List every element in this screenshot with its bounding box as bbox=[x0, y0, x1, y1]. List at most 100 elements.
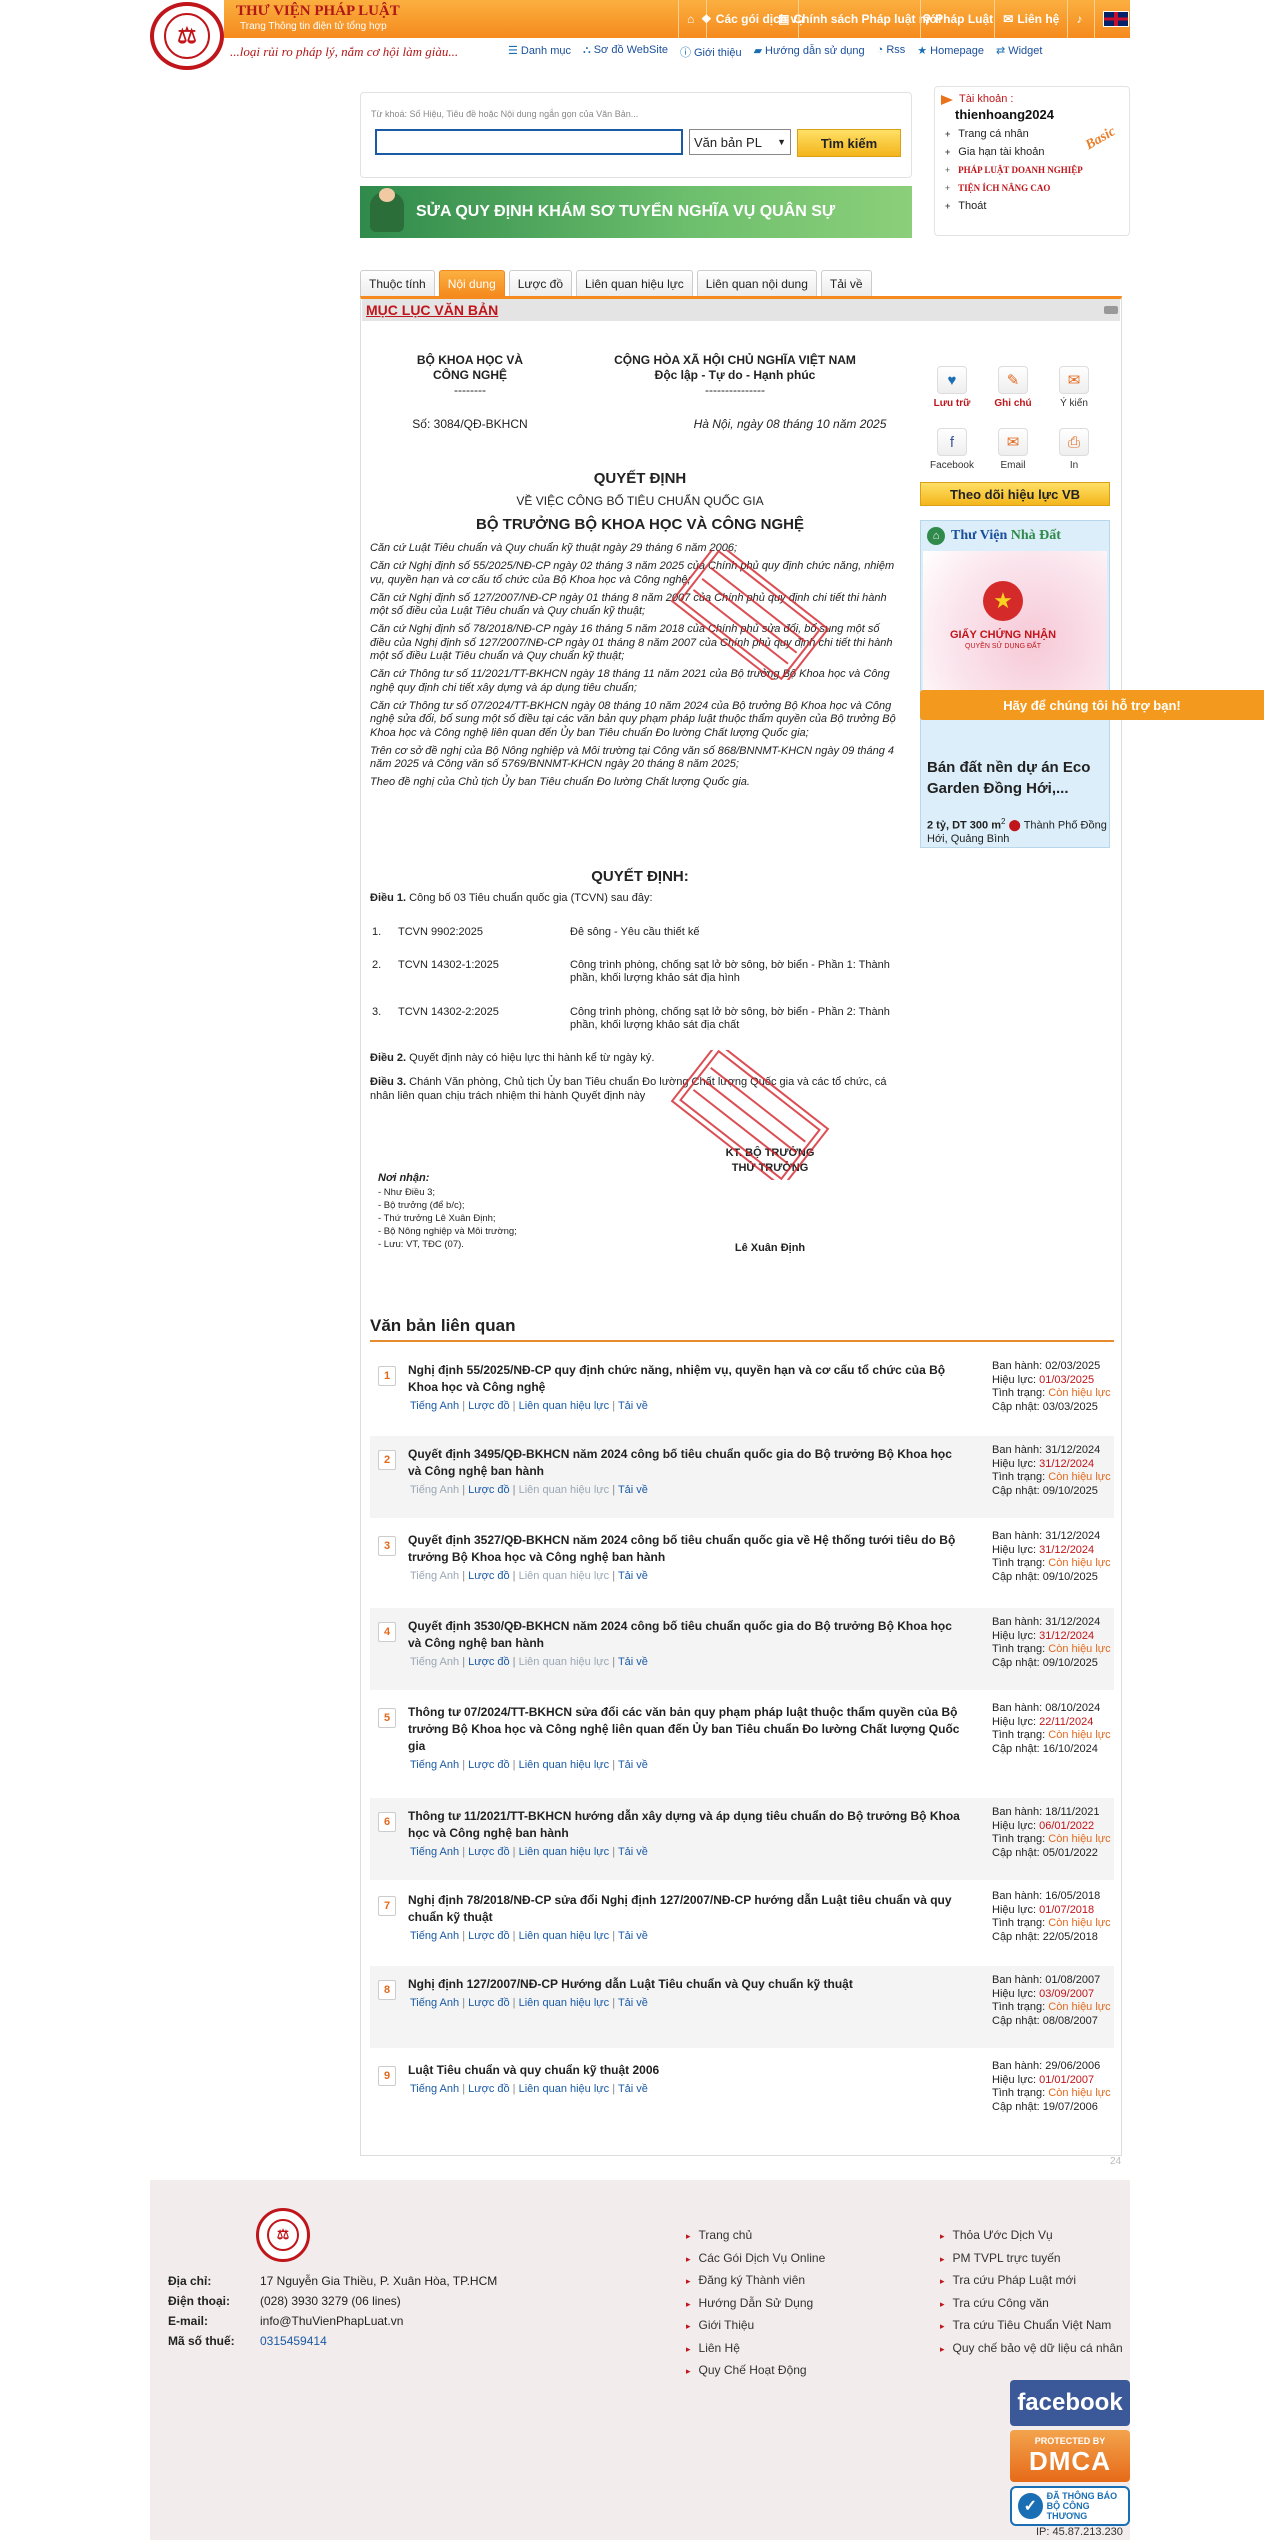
account-menu-item[interactable]: + Trang cá nhân bbox=[945, 125, 1083, 143]
account-menu-item[interactable]: + PHÁP LUẬT DOANH NGHIỆP bbox=[945, 161, 1083, 179]
related-link-2[interactable]: Liên quan hiệu lực bbox=[519, 1930, 610, 1942]
brand-title[interactable]: THƯ VIỆN PHÁP LUẬT bbox=[236, 3, 400, 20]
related-link-0[interactable]: Tiếng Anh bbox=[410, 1846, 459, 1858]
action-save[interactable]: ♥ Lưu trữ bbox=[922, 366, 982, 409]
related-title-link[interactable]: Quyết định 3495/QĐ-BKHCN năm 2024 công b… bbox=[408, 1446, 966, 1480]
related-link-2[interactable]: Liên quan hiệu lực bbox=[519, 1570, 610, 1582]
related-link-3[interactable]: Tải về bbox=[618, 1930, 648, 1942]
related-link-1[interactable]: Lược đồ bbox=[468, 1484, 510, 1496]
related-link-0[interactable]: Tiếng Anh bbox=[410, 1930, 459, 1942]
sub-nav-link[interactable]: ▰ Hướng dẫn sử dụng bbox=[754, 44, 865, 60]
related-link-1[interactable]: Lược đồ bbox=[468, 1656, 510, 1668]
doc-type-select[interactable]: Văn bản PL ▼ bbox=[689, 129, 791, 155]
sub-nav-link[interactable]: ⛬ Sơ đồ WebSite bbox=[583, 44, 668, 60]
related-link-2[interactable]: Liên quan hiệu lực bbox=[519, 1997, 610, 2009]
sub-nav-link[interactable]: ⇄ Widget bbox=[996, 44, 1042, 60]
tab-5[interactable]: Tải về bbox=[820, 270, 872, 296]
tab-2[interactable]: Lược đồ bbox=[508, 270, 573, 296]
related-link-0[interactable]: Tiếng Anh bbox=[410, 1570, 459, 1582]
related-link-1[interactable]: Lược đồ bbox=[468, 1997, 510, 2009]
related-link-1[interactable]: Lược đồ bbox=[468, 1570, 510, 1582]
footer-link[interactable]: ▸ Tra cứu Pháp Luật mới bbox=[940, 2273, 1076, 2287]
footer-link[interactable]: ▸ Thỏa Ước Dịch Vụ bbox=[940, 2228, 1053, 2242]
top-nav-item[interactable]: ♪ bbox=[1067, 0, 1094, 38]
related-link-2[interactable]: Liên quan hiệu lực bbox=[519, 1656, 610, 1668]
follow-validity-button[interactable]: Theo dõi hiệu lực VB bbox=[920, 482, 1110, 506]
related-link-3[interactable]: Tải về bbox=[618, 1656, 648, 1668]
related-link-1[interactable]: Lược đồ bbox=[468, 2083, 510, 2095]
email-value[interactable]: info@ThuVienPhapLuat.vn bbox=[260, 2314, 403, 2328]
related-link-1[interactable]: Lược đồ bbox=[468, 1759, 510, 1771]
search-input[interactable] bbox=[375, 129, 683, 155]
related-link-3[interactable]: Tải về bbox=[618, 1997, 648, 2009]
facebook-badge[interactable]: facebook bbox=[1010, 2380, 1130, 2426]
footer-logo[interactable]: ⚖ bbox=[256, 2208, 310, 2262]
footer-link[interactable]: ▸ Liên Hệ bbox=[686, 2341, 740, 2355]
related-link-0[interactable]: Tiếng Anh bbox=[410, 2083, 459, 2095]
related-title-link[interactable]: Luật Tiêu chuẩn và quy chuẩn kỹ thuật 20… bbox=[408, 2062, 966, 2079]
footer-link[interactable]: ▸ Trang chủ bbox=[686, 2228, 752, 2242]
related-link-0[interactable]: Tiếng Anh bbox=[410, 1997, 459, 2009]
footer-link[interactable]: ▸ Quy Chế Hoạt Động bbox=[686, 2363, 807, 2377]
sub-nav-link[interactable]: ★ Homepage bbox=[917, 44, 984, 60]
related-title-link[interactable]: Nghị định 55/2025/NĐ-CP quy định chức nă… bbox=[408, 1362, 966, 1396]
tab-3[interactable]: Liên quan hiệu lực bbox=[576, 270, 693, 296]
footer-link[interactable]: ▸ Hướng Dẫn Sử Dụng bbox=[686, 2296, 813, 2310]
footer-link[interactable]: ▸ Tra cứu Tiêu Chuẩn Việt Nam bbox=[940, 2318, 1111, 2332]
account-username[interactable]: thienhoang2024 bbox=[955, 107, 1054, 122]
related-link-1[interactable]: Lược đồ bbox=[468, 1930, 510, 1942]
top-nav-item[interactable] bbox=[1094, 0, 1137, 38]
action-comment[interactable]: ✉ Ý kiến bbox=[1044, 366, 1104, 409]
related-link-2[interactable]: Liên quan hiệu lực bbox=[519, 2083, 610, 2095]
account-menu-item[interactable]: + Gia hạn tài khoản bbox=[945, 143, 1083, 161]
tab-1[interactable]: Nội dung bbox=[438, 270, 505, 296]
tab-0[interactable]: Thuộc tính bbox=[360, 270, 435, 296]
footer-link[interactable]: ▸ Quy chế bảo vệ dữ liệu cá nhân bbox=[940, 2341, 1123, 2355]
sub-nav-link[interactable]: ⓘ Giới thiệu bbox=[680, 44, 742, 60]
related-title-link[interactable]: Thông tư 07/2024/TT-BKHCN sửa đổi các vă… bbox=[408, 1704, 966, 1755]
related-link-0[interactable]: Tiếng Anh bbox=[410, 1759, 459, 1771]
sub-nav-link[interactable]: ◔ Rss bbox=[877, 44, 906, 60]
related-title-link[interactable]: Quyết định 3530/QĐ-BKHCN năm 2024 công b… bbox=[408, 1618, 966, 1652]
action-note[interactable]: ✎ Ghi chú bbox=[983, 366, 1043, 409]
ministry-badge[interactable]: ✓ ĐÃ THÔNG BÁO BỘ CÔNG THƯƠNG bbox=[1010, 2486, 1130, 2526]
footer-link[interactable]: ▸ Tra cứu Công văn bbox=[940, 2296, 1049, 2310]
action-email[interactable]: ✉ Email bbox=[983, 428, 1043, 471]
top-nav-item[interactable]: ✉ Liên hệ bbox=[994, 0, 1067, 38]
related-link-0[interactable]: Tiếng Anh bbox=[410, 1400, 459, 1412]
footer-link[interactable]: ▸ Giới Thiệu bbox=[686, 2318, 754, 2332]
promo-banner[interactable]: SỬA QUY ĐỊNH KHÁM SƠ TUYỂN NGHĨA VỤ QUÂN… bbox=[360, 186, 912, 238]
related-title-link[interactable]: Nghị định 127/2007/NĐ-CP Hướng dẫn Luật … bbox=[408, 1976, 966, 1993]
related-link-3[interactable]: Tải về bbox=[618, 1759, 648, 1771]
footer-link[interactable]: ▸ Các Gói Dịch Vụ Online bbox=[686, 2251, 825, 2265]
action-facebook[interactable]: f Facebook bbox=[922, 428, 982, 471]
related-link-3[interactable]: Tải về bbox=[618, 1846, 648, 1858]
related-link-2[interactable]: Liên quan hiệu lực bbox=[519, 1484, 610, 1496]
sub-nav-link[interactable]: ☰ Danh mục bbox=[508, 44, 571, 60]
dmca-badge[interactable]: PROTECTED BY DMCA bbox=[1010, 2430, 1130, 2482]
related-link-3[interactable]: Tải về bbox=[618, 1400, 648, 1412]
action-print[interactable]: ⎙ In bbox=[1044, 428, 1104, 471]
related-link-1[interactable]: Lược đồ bbox=[468, 1846, 510, 1858]
related-title-link[interactable]: Thông tư 11/2021/TT-BKHCN hướng dẫn xây … bbox=[408, 1808, 966, 1842]
related-link-0[interactable]: Tiếng Anh bbox=[410, 1656, 459, 1668]
support-bar[interactable]: Hãy để chúng tôi hỗ trợ bạn! bbox=[920, 690, 1264, 720]
footer-link[interactable]: ▸ PM TVPL trực tuyến bbox=[940, 2251, 1061, 2265]
toc-toggle[interactable] bbox=[1104, 306, 1118, 314]
toc-title[interactable]: MỤC LỤC VĂN BẢN bbox=[366, 302, 498, 318]
top-nav-item[interactable]: ▤ Chính sách Pháp luật mới bbox=[778, 0, 941, 38]
tax-value[interactable]: 0315459414 bbox=[260, 2334, 327, 2348]
account-menu-item[interactable]: + Thoát bbox=[945, 197, 1083, 215]
real-estate-ad[interactable]: ⌂ Thư Viện Nhà Đất ★ GIẤY CHỨNG NHẬN QUY… bbox=[920, 520, 1110, 848]
search-button[interactable]: Tìm kiếm bbox=[797, 129, 901, 157]
related-link-2[interactable]: Liên quan hiệu lực bbox=[519, 1759, 610, 1771]
related-link-3[interactable]: Tải về bbox=[618, 1484, 648, 1496]
account-menu-item[interactable]: + TIỆN ÍCH NÂNG CAO bbox=[945, 179, 1083, 197]
related-link-0[interactable]: Tiếng Anh bbox=[410, 1484, 459, 1496]
tab-4[interactable]: Liên quan nội dung bbox=[696, 270, 817, 296]
related-link-2[interactable]: Liên quan hiệu lực bbox=[519, 1400, 610, 1412]
related-link-3[interactable]: Tải về bbox=[618, 1570, 648, 1582]
site-logo[interactable]: ⚖ bbox=[150, 2, 224, 70]
related-link-1[interactable]: Lược đồ bbox=[468, 1400, 510, 1412]
related-link-2[interactable]: Liên quan hiệu lực bbox=[519, 1846, 610, 1858]
